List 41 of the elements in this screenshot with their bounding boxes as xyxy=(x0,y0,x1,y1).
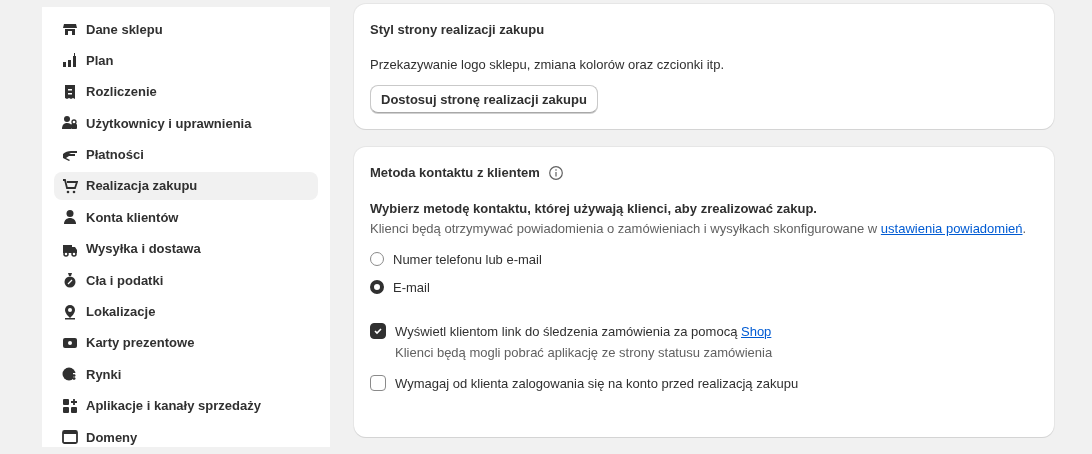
notification-settings-link[interactable]: ustawienia powiadomień xyxy=(880,221,1023,236)
sidebar-item[interactable]: Płatności xyxy=(54,140,318,169)
sidebar-item[interactable]: Konta klientów xyxy=(54,203,318,232)
sidebar-item[interactable]: Karty prezentowe xyxy=(54,328,318,357)
checkbox-label[interactable]: Wymagaj od klienta zalogowania się na konto przed realizacją zakupu xyxy=(395,375,799,391)
card-title: Styl strony realizacji zakupu xyxy=(370,21,546,39)
checkbox[interactable] xyxy=(370,323,386,339)
receipt-icon xyxy=(62,83,78,100)
browser-icon xyxy=(62,429,78,446)
card-title: Metoda kontaktu z klientem xyxy=(370,164,540,182)
customize-button[interactable]: Dostosuj stronę realizacji zakupu xyxy=(370,85,598,113)
cart-icon xyxy=(62,177,78,194)
card-description: Przekazywanie logo sklepu, zmiana kolorów oraz czcionki itp. xyxy=(370,56,726,74)
chart-icon xyxy=(62,52,78,69)
pin-icon xyxy=(62,303,78,320)
radio-label[interactable]: Numer telefonu lub e-mail xyxy=(393,251,542,267)
sidebar-item[interactable]: Domeny xyxy=(54,423,318,452)
check-icon xyxy=(373,326,383,336)
sidebar-item[interactable]: Użytkownicy i uprawnienia xyxy=(54,109,318,138)
shop-link[interactable]: Shop xyxy=(741,323,772,339)
help-text: Klienci będą otrzymywać powiadomienia o zamówieniach i wysyłkach skonfigurowane w ustawienia powiadomień. xyxy=(370,220,1028,238)
users-icon xyxy=(62,115,78,132)
info-icon[interactable] xyxy=(547,165,564,181)
checkbox[interactable] xyxy=(370,375,386,391)
sidebar-item[interactable]: Rozliczenie xyxy=(54,77,318,106)
checkbox-label[interactable]: Wyświetl klientom link do śledzenia zamówienia za pomocą Shop xyxy=(395,323,772,339)
sidebar-item[interactable]: Dane sklepu xyxy=(54,15,318,43)
apps-icon xyxy=(62,397,78,414)
radio-label[interactable]: E-mail xyxy=(393,279,430,295)
sidebar-item[interactable]: Realizacja zakupu xyxy=(54,171,318,200)
sidebar-item[interactable]: Lokalizacje xyxy=(54,297,318,326)
checkbox-hint: Klienci będą mogli pobrać aplikację ze strony statusu zamówienia xyxy=(395,345,774,361)
store-icon xyxy=(62,21,78,37)
radio-button[interactable] xyxy=(370,280,384,294)
sidebar-item[interactable]: Aplikacje i kanały sprzedaży xyxy=(54,391,318,420)
sidebar-item[interactable]: Wysyłka i dostawa xyxy=(54,234,318,263)
sidebar-item[interactable]: Cła i podatki xyxy=(54,266,318,295)
sidebar-item[interactable]: Plan xyxy=(54,46,318,75)
sidebar-item[interactable]: Rynki xyxy=(54,360,318,389)
question-text: Wybierz metodę kontaktu, której używają klienci, aby zrealizować zakup. xyxy=(370,200,818,218)
person-icon xyxy=(62,209,78,226)
